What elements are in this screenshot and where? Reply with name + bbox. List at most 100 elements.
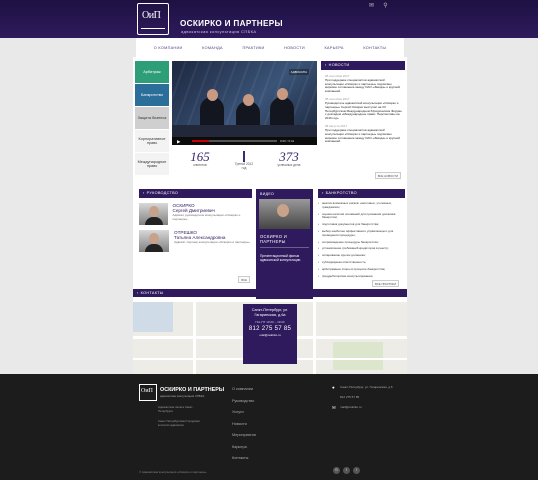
person-card[interactable]: ОСКИРКО Сергей Дмитриевич Адвокат, руков… (139, 203, 252, 225)
video-block: ВИДЕО ОСКИРКО И ПАРТНЕРЫ Презентационный… (256, 189, 313, 299)
person-photo[interactable] (139, 203, 168, 225)
footer-org-1: Адвокатская палата Санкт-Петербурга (158, 405, 194, 413)
bankruptcy-icon: ▪ (322, 191, 324, 195)
video-progress[interactable] (192, 140, 277, 142)
footer-address: Санкт-Петербург, ул. Гагаринская, д.6 (340, 385, 393, 389)
mail-icon[interactable]: ✉ (368, 3, 375, 9)
mail-icon: ✉ (332, 404, 336, 410)
list-item: сопровождение процедуры банкротства; (318, 240, 405, 245)
news-item[interactable]: 08 августа 2017 При поддержке специалист… (321, 124, 405, 143)
stat-year-label: год (241, 166, 247, 170)
contact-map[interactable]: Санкт-Петербург, ул. Гагаринская, д.6а П… (133, 302, 407, 374)
list-item: преддебиторские консультирование; (318, 274, 405, 279)
all-leadership-button[interactable]: ВСЕ (238, 276, 250, 283)
news-text[interactable]: При поддержке специалистов адвокатской к… (325, 128, 403, 143)
footer-email-row: ✉ mail@oskirko.ru (332, 404, 393, 410)
news-text[interactable]: Руководитель адвокатской консультации «О… (325, 102, 403, 120)
video-block-title: ВИДЕО (260, 192, 275, 196)
copyright: © Адвокатская консультация «Оскирко и па… (139, 470, 207, 474)
nav-item-practices[interactable]: ПРАКТИКИ (242, 46, 264, 50)
stat-cases-label: успешных дела (277, 163, 301, 167)
video-thumbnail[interactable] (259, 199, 310, 229)
video-head-1 (207, 89, 218, 101)
footer-address-row: ● Санкт-Петербург, ул. Гагаринская, д.6 (332, 385, 393, 390)
footer-nav: О компании Руководство Услуги Новости Ме… (232, 387, 256, 468)
news-header: ▪ НОВОСТИ (321, 61, 405, 70)
video-controls: ▶ 0:00 / 6:41 (172, 137, 317, 145)
map-email[interactable]: mail@oskirko.ru (243, 333, 297, 337)
practice-item-international[interactable]: Международное право (135, 153, 169, 176)
nav-item-career[interactable]: КАРЬЕРА (325, 46, 344, 50)
leadership-icon: ▪ (143, 191, 145, 195)
video-block-desc: Презентационный фильм адвокатской консул… (260, 254, 301, 263)
footer-nav-news[interactable]: Новости (232, 422, 256, 434)
location-pin-icon: ● (332, 385, 335, 390)
bankruptcy-panel: ▪БАНКРОТСТВО анализ возможных рисков: на… (318, 189, 405, 289)
stat-clients-number: 165 (190, 149, 210, 164)
person-desc: Адвокат, партнер консультации «Оскирко и… (174, 240, 250, 244)
nav-item-contacts[interactable]: КОНТАКТЫ (363, 46, 386, 50)
brand-title[interactable]: ОСКИРКО И ПАРТНЕРЫ (180, 19, 283, 28)
site-logo[interactable]: ОиП (137, 3, 169, 35)
list-item: оценка наличия оснований для признания д… (318, 212, 405, 221)
footer-nav-events[interactable]: Мероприятия (232, 433, 256, 445)
nav-item-about[interactable]: О КОМПАНИИ (154, 46, 183, 50)
contacts-title: КОНТАКТЫ (140, 291, 164, 295)
person-info: ОТРЕШКО Татьяна Александровна Адвокат, п… (174, 230, 250, 252)
contacts-icon: ▪ (137, 291, 139, 295)
practice-item-bankruptcy[interactable]: Банкротство (135, 84, 169, 107)
footer-nav-about[interactable]: О компании (232, 387, 256, 399)
contacts-strip: ▪ КОНТАКТЫ (133, 289, 407, 297)
footer-subtitle: адвокатская консультация СПБКА (160, 394, 205, 398)
video-head-3 (277, 88, 288, 100)
map-phone[interactable]: 812 275 57 85 (243, 326, 297, 332)
stat-cases-number: 373 (279, 149, 299, 164)
map-info-box: Санкт-Петербург, ул. Гагаринская, д.6а П… (243, 304, 297, 364)
footer-nav-contacts[interactable]: Контакты (232, 456, 256, 468)
all-practices-button[interactable]: ВСЕ ПРАКТИКИ (372, 280, 399, 287)
stat-year-mark (243, 151, 245, 162)
nav-item-team[interactable]: КОМАНДА (202, 46, 223, 50)
social-links: B f t (333, 467, 360, 474)
footer-nav-services[interactable]: Услуги (232, 410, 256, 422)
facebook-icon[interactable]: f (343, 467, 350, 474)
vk-icon[interactable]: B (333, 467, 340, 474)
news-item[interactable]: 05 сентября 2017 При поддержке специалис… (321, 74, 405, 93)
main-content: Арбитраж Банкротство Защита бизнеса Корп… (133, 57, 407, 305)
person-photo[interactable] (139, 230, 169, 252)
footer-logo[interactable]: ОиП (139, 384, 157, 401)
practice-item-arbitration[interactable]: Арбитраж (135, 61, 169, 84)
news-icon: ▪ (325, 63, 327, 67)
site-header: ОиП ОСКИРКО И ПАРТНЕРЫ адвокатская консу… (0, 0, 538, 38)
practice-item-corporate[interactable]: Корпоративное право (135, 130, 169, 153)
practice-menu: Арбитраж Банкротство Защита бизнеса Корп… (135, 61, 169, 176)
news-item[interactable]: 05 сентября 2017 Руководитель адвокатско… (321, 97, 405, 120)
twitter-icon[interactable]: t (353, 467, 360, 474)
leadership-header: ▪ РУКОВОДСТВО (139, 189, 252, 198)
person-card[interactable]: ОТРЕШКО Татьяна Александровна Адвокат, п… (139, 230, 252, 252)
footer-nav-career[interactable]: Карьера (232, 445, 256, 457)
contacts-header: ▪ КОНТАКТЫ (133, 289, 407, 297)
stat-cases: 373 успешных дела (268, 150, 310, 167)
search-icon[interactable]: ⚲ (382, 3, 389, 9)
leadership-panel: ▪ РУКОВОДСТВО ОСКИРКО Сергей Дмитриевич А… (139, 189, 252, 285)
header-icons: ✉ ⚲ (368, 3, 389, 9)
phone-icon (332, 396, 336, 400)
main-nav: О КОМПАНИИ КОМАНДА ПРАКТИКИ НОВОСТИ КАРЬ… (136, 38, 404, 57)
stat-year: Третий 2012 год (228, 150, 260, 170)
bankruptcy-header: ▪ БАНКРОТСТВО (318, 189, 405, 198)
practice-item-business-protection[interactable]: Защита бизнеса (135, 107, 169, 130)
footer-nav-leadership[interactable]: Руководство (232, 399, 256, 411)
footer-phone[interactable]: 812 275 57 85 (340, 395, 359, 400)
all-news-button[interactable]: ВСЕ НОВОСТИ (374, 172, 401, 179)
news-text[interactable]: При поддержке специалистов адвокатской к… (325, 78, 403, 93)
news-title: НОВОСТИ (328, 63, 350, 67)
list-item: арбитражные споры в процессе банкротства… (318, 267, 405, 272)
video-desk (172, 125, 317, 137)
video-player[interactable]: АДВОКАТЫ ▶ 0:00 / 6:41 (172, 61, 317, 145)
play-icon[interactable]: ▶ (177, 139, 180, 145)
footer-email[interactable]: mail@oskirko.ru (340, 405, 362, 410)
stat-clients: 165 клиентов (180, 150, 220, 167)
logo-text: ОиП (142, 10, 161, 21)
nav-item-news[interactable]: НОВОСТИ (284, 46, 305, 50)
